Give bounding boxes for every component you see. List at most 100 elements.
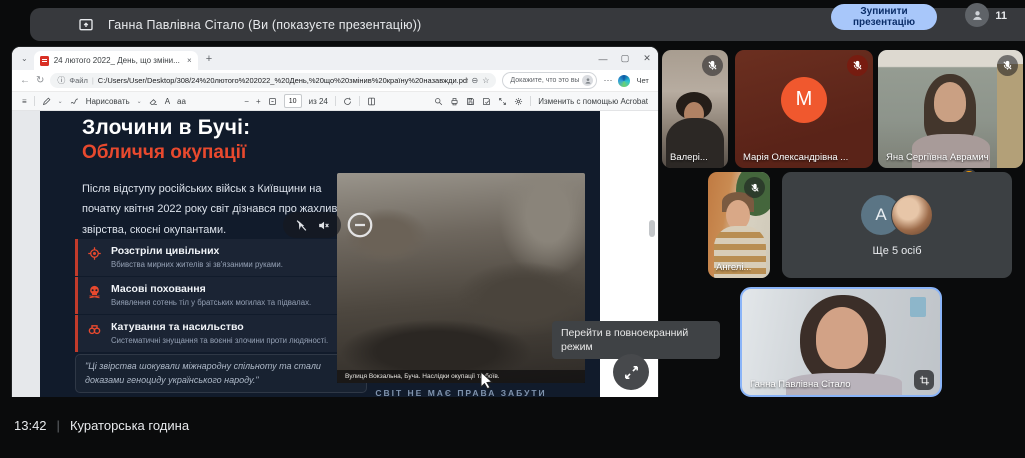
expand-fullscreen-button[interactable] bbox=[613, 354, 649, 390]
fit-page-icon[interactable] bbox=[268, 97, 277, 106]
zoom-out-icon[interactable]: − bbox=[244, 97, 249, 106]
save-icon[interactable] bbox=[466, 97, 475, 106]
meet-window: Ганна Павлівна Сітало (Ви (показуєте пре… bbox=[0, 0, 1025, 458]
participant-count[interactable]: 11 bbox=[963, 3, 1007, 29]
adjust-framing-icon[interactable] bbox=[914, 370, 934, 390]
participant-tile-anheli[interactable]: Ангелі... bbox=[708, 172, 770, 278]
profile-avatar-icon bbox=[582, 75, 593, 86]
meet-bottom-bar: 13:42 | Кураторська година ⋯ bbox=[0, 397, 1025, 458]
bullet-desc: Систематичні знущання та воєнні злочини … bbox=[111, 336, 328, 346]
pdf-toolbar: ≡ ⌄ Нарисовать ⌄ A аа − + bbox=[12, 92, 658, 111]
participants-avatar-icon bbox=[965, 3, 989, 27]
new-tab-button[interactable]: + bbox=[206, 53, 212, 65]
page-info-icon[interactable]: ⓘ bbox=[57, 75, 65, 86]
crosshair-icon bbox=[87, 246, 102, 261]
participant-name: Яна Сергіївна Аврамич bbox=[886, 152, 989, 163]
mic-off-icon bbox=[997, 55, 1018, 76]
browser-tab-strip: ⌄ 24 лютого 2022_ День, що зміни... × + … bbox=[12, 47, 658, 70]
window-close-button[interactable]: ✕ bbox=[636, 53, 658, 64]
participant-video bbox=[934, 82, 966, 122]
edge-logo-icon[interactable] bbox=[618, 75, 630, 87]
participant-name: Валері... bbox=[670, 152, 708, 163]
meeting-name: Кураторська година bbox=[70, 418, 189, 433]
reload-icon[interactable]: ↻ bbox=[36, 75, 44, 86]
bullet-title: Катування та насильство bbox=[111, 321, 328, 333]
zoom-out-overlay-icon[interactable] bbox=[345, 210, 375, 240]
participant-tile-maria[interactable]: M Марія Олександрівна ... bbox=[735, 50, 873, 168]
print-icon[interactable] bbox=[450, 97, 459, 106]
more-participants-tile[interactable]: A Ще 5 осіб bbox=[782, 172, 1012, 278]
pdf-left-gutter bbox=[12, 111, 40, 397]
url-scheme-label: Файл bbox=[69, 76, 87, 85]
page-number-input[interactable] bbox=[284, 94, 302, 108]
address-bar[interactable]: ⓘ Файл | C:/Users/User/Desktop/308/24%20… bbox=[50, 73, 496, 88]
pen-chevron-icon[interactable]: ⌄ bbox=[58, 98, 63, 105]
bullet-title: Масові поховання bbox=[111, 283, 311, 295]
participant-tile-yana[interactable]: Яна Сергіївна Аврамич bbox=[878, 50, 1023, 168]
browser-address-row: ← ↻ ⓘ Файл | C:/Users/User/Desktop/308/2… bbox=[12, 70, 658, 92]
pdf-settings-gear-icon[interactable] bbox=[514, 97, 523, 106]
window-minimize-button[interactable]: — bbox=[592, 54, 614, 64]
verify-identity-label: Докажите, что это вы bbox=[510, 77, 579, 84]
fullscreen-tooltip: Перейти в повноекранний режим bbox=[552, 321, 720, 359]
verify-identity-pill[interactable]: Докажите, что это вы bbox=[502, 72, 597, 89]
url-divider: | bbox=[92, 76, 94, 85]
photo-caption: Вулиця Вокзальна, Буча. Наслідки окупаці… bbox=[337, 370, 585, 383]
text-tool-button[interactable]: A bbox=[165, 97, 170, 106]
mouse-cursor bbox=[480, 371, 494, 389]
self-tile-hanna[interactable]: Ганна Павлівна Сітало bbox=[740, 287, 942, 397]
bullet-title: Розстріли цивільних bbox=[111, 245, 283, 257]
presenter-status-label: Ганна Павлівна Сітало (Ви (показуєте пре… bbox=[108, 18, 421, 32]
participant-video bbox=[816, 307, 868, 369]
presentation-slide: Злочини в Бучі: Обличчя окупації Після в… bbox=[40, 111, 600, 397]
clock-time: 13:42 bbox=[14, 418, 47, 433]
tab-close-icon[interactable]: × bbox=[187, 56, 192, 65]
mic-off-icon bbox=[847, 55, 868, 76]
slide-bullet-card: Розстріли цивільних Вбивства мирних жите… bbox=[75, 239, 363, 276]
bucha-photo: Вулиця Вокзальна, Буча. Наслідки окупаці… bbox=[337, 173, 585, 383]
bullet-desc: Виявлення сотень тіл у братських могилах… bbox=[111, 298, 311, 308]
participant-video bbox=[997, 64, 1023, 168]
slide-quote: "Ці звірства шокували міжнародну спільно… bbox=[75, 354, 367, 393]
stop-presentation-button[interactable]: Зупинити презентацію bbox=[831, 4, 937, 30]
avatar bbox=[891, 194, 933, 236]
participant-video bbox=[910, 297, 926, 317]
draw-tool-icon[interactable] bbox=[70, 97, 79, 106]
slide-subtitle: Обличчя окупації bbox=[82, 142, 246, 164]
browser-tab[interactable]: 24 лютого 2022_ День, що зміни... × bbox=[34, 51, 198, 70]
pen-tool-icon[interactable] bbox=[42, 97, 51, 106]
back-icon[interactable]: ← bbox=[20, 75, 30, 86]
zoom-in-icon[interactable]: + bbox=[256, 97, 261, 106]
share-overlay-pill bbox=[283, 212, 341, 238]
participant-count-number: 11 bbox=[995, 10, 1007, 22]
window-maximize-button[interactable]: ▢ bbox=[614, 53, 636, 64]
page-total-label: из 24 bbox=[309, 97, 328, 106]
participant-name: Ганна Павлівна Сітало bbox=[750, 379, 851, 390]
participant-tile-valeri[interactable]: Валері... bbox=[662, 50, 728, 168]
participant-name: Ангелі... bbox=[716, 262, 751, 273]
more-participants-label: Ще 5 осіб bbox=[872, 245, 921, 257]
eraser-icon[interactable] bbox=[149, 97, 158, 106]
handcuffs-icon bbox=[87, 322, 102, 337]
page-view-icon[interactable] bbox=[367, 97, 376, 106]
pdf-fullscreen-icon[interactable] bbox=[498, 97, 507, 106]
browser-profile-name[interactable]: Чет bbox=[636, 76, 648, 85]
draw-label[interactable]: Нарисовать bbox=[86, 97, 130, 106]
rotate-icon[interactable] bbox=[343, 97, 352, 106]
tab-search-chevron-icon[interactable]: ⌄ bbox=[21, 54, 28, 63]
save-as-icon[interactable] bbox=[482, 97, 491, 106]
read-aloud-button[interactable]: аа bbox=[177, 97, 186, 106]
pdf-toc-icon[interactable]: ≡ bbox=[22, 97, 27, 106]
browser-menu-icon[interactable]: ⋯ bbox=[603, 75, 612, 86]
search-icon[interactable] bbox=[434, 97, 443, 106]
meta-divider: | bbox=[57, 418, 60, 433]
bullet-desc: Вбивства мирних жителів зі зв'язаними ру… bbox=[111, 260, 283, 270]
favorite-star-icon[interactable]: ☆ bbox=[482, 76, 489, 85]
zoom-out-page-icon[interactable]: ⊖ bbox=[472, 76, 479, 85]
acrobat-edit-button[interactable]: Изменить с помощью Acrobat bbox=[538, 97, 648, 106]
tab-title: 24 лютого 2022_ День, що зміни... bbox=[54, 56, 182, 65]
url-text: C:/Users/User/Desktop/308/24%20лютого%20… bbox=[98, 76, 468, 85]
slide-footer-text: СВІТ НЕ МАЄ ПРАВА ЗАБУТИ bbox=[337, 388, 585, 397]
pdf-scrollbar-thumb[interactable] bbox=[649, 220, 655, 237]
draw-chevron-icon[interactable]: ⌄ bbox=[137, 98, 142, 105]
